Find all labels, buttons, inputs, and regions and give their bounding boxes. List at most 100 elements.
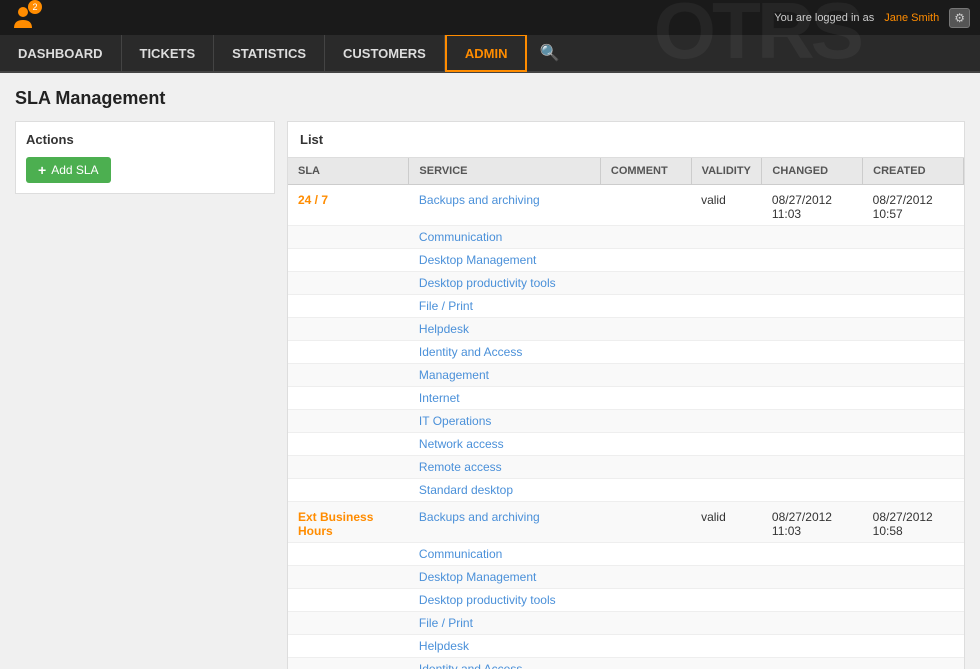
header: 2 OTRS You are logged in as Jane Smith ⚙ [0, 0, 980, 35]
cell-sla: Ext BusinessHours [288, 502, 409, 543]
cell-service: Remote access [409, 456, 600, 479]
table-row[interactable]: Standard desktop [288, 479, 964, 502]
cell-validity [691, 433, 762, 456]
table-row[interactable]: Desktop Management [288, 566, 964, 589]
plus-icon: + [38, 162, 46, 178]
table-row[interactable]: Ext BusinessHours Backups and archiving … [288, 502, 964, 543]
cell-service: Management [409, 364, 600, 387]
nav-item-statistics[interactable]: STATISTICS [214, 34, 325, 72]
badge-count: 2 [28, 0, 42, 14]
cell-created [863, 612, 964, 635]
cell-comment [600, 295, 691, 318]
col-service: SERVICE [409, 158, 600, 185]
cell-changed [762, 387, 863, 410]
table-row[interactable]: Remote access [288, 456, 964, 479]
cell-changed: 08/27/201211:03 [762, 502, 863, 543]
cell-created [863, 589, 964, 612]
table-row[interactable]: Desktop productivity tools [288, 589, 964, 612]
cell-service: File / Print [409, 295, 600, 318]
table-row[interactable]: Desktop productivity tools [288, 272, 964, 295]
cell-sla [288, 589, 409, 612]
table-row[interactable]: File / Print [288, 612, 964, 635]
cell-changed [762, 410, 863, 433]
cell-sla [288, 566, 409, 589]
cell-comment [600, 612, 691, 635]
table-row[interactable]: Identity and Access [288, 341, 964, 364]
cell-created [863, 456, 964, 479]
cell-sla [288, 249, 409, 272]
cell-sla [288, 612, 409, 635]
table-row[interactable]: Internet [288, 387, 964, 410]
cell-service: Identity and Access [409, 658, 600, 669]
cell-changed [762, 341, 863, 364]
nav-item-tickets[interactable]: TICKETS [122, 34, 215, 72]
cell-validity [691, 589, 762, 612]
cell-created [863, 318, 964, 341]
cell-changed [762, 249, 863, 272]
cell-sla [288, 543, 409, 566]
cell-service: IT Operations [409, 410, 600, 433]
table-row[interactable]: Desktop Management [288, 249, 964, 272]
cell-validity [691, 272, 762, 295]
table-row[interactable]: Helpdesk [288, 318, 964, 341]
add-sla-button[interactable]: + Add SLA [26, 157, 111, 183]
cell-validity [691, 566, 762, 589]
cell-comment [600, 341, 691, 364]
table-row[interactable]: Management [288, 364, 964, 387]
table-row[interactable]: IT Operations [288, 410, 964, 433]
cell-changed [762, 272, 863, 295]
nav-item-customers[interactable]: CUSTOMERS [325, 34, 445, 72]
cell-service: Helpdesk [409, 318, 600, 341]
header-left: 2 [10, 4, 38, 32]
header-right: You are logged in as Jane Smith ⚙ [774, 8, 970, 28]
cell-sla [288, 318, 409, 341]
cell-changed [762, 612, 863, 635]
cell-comment [600, 387, 691, 410]
search-icon[interactable]: 🔍 [527, 34, 571, 72]
cell-changed [762, 658, 863, 669]
cell-changed [762, 226, 863, 249]
navigation: DASHBOARD TICKETS STATISTICS CUSTOMERS A… [0, 35, 980, 73]
table-row[interactable]: Identity and Access [288, 658, 964, 669]
cell-service: Communication [409, 543, 600, 566]
cell-created [863, 364, 964, 387]
cell-comment [600, 456, 691, 479]
cell-sla [288, 272, 409, 295]
table-row[interactable]: Communication [288, 543, 964, 566]
cell-validity [691, 658, 762, 669]
cell-service: Communication [409, 226, 600, 249]
cell-sla [288, 364, 409, 387]
cell-validity [691, 543, 762, 566]
table-row[interactable]: 24 / 7 Backups and archiving valid 08/27… [288, 185, 964, 226]
settings-button[interactable]: ⚙ [949, 8, 970, 28]
cell-changed [762, 318, 863, 341]
cell-service: Desktop productivity tools [409, 589, 600, 612]
actions-panel: Actions + Add SLA [15, 121, 275, 194]
sidebar-title: Actions [26, 132, 264, 147]
table-row[interactable]: File / Print [288, 295, 964, 318]
cell-created [863, 410, 964, 433]
cell-sla [288, 456, 409, 479]
cell-changed [762, 295, 863, 318]
cell-comment [600, 272, 691, 295]
nav-item-dashboard[interactable]: DASHBOARD [0, 34, 122, 72]
col-comment: COMMENT [600, 158, 691, 185]
cell-sla [288, 341, 409, 364]
table-row[interactable]: Network access [288, 433, 964, 456]
table-row[interactable]: Helpdesk [288, 635, 964, 658]
nav-item-admin[interactable]: ADMIN [445, 34, 528, 72]
cell-validity [691, 318, 762, 341]
cell-created [863, 249, 964, 272]
col-validity: VALIDITY [691, 158, 762, 185]
cell-validity [691, 341, 762, 364]
cell-changed: 08/27/201211:03 [762, 185, 863, 226]
cell-created [863, 272, 964, 295]
cell-changed [762, 364, 863, 387]
table-row[interactable]: Communication [288, 226, 964, 249]
cell-created [863, 433, 964, 456]
cell-changed [762, 589, 863, 612]
cell-sla [288, 433, 409, 456]
cell-service: Helpdesk [409, 635, 600, 658]
cell-created [863, 479, 964, 502]
add-sla-label: Add SLA [51, 163, 98, 177]
